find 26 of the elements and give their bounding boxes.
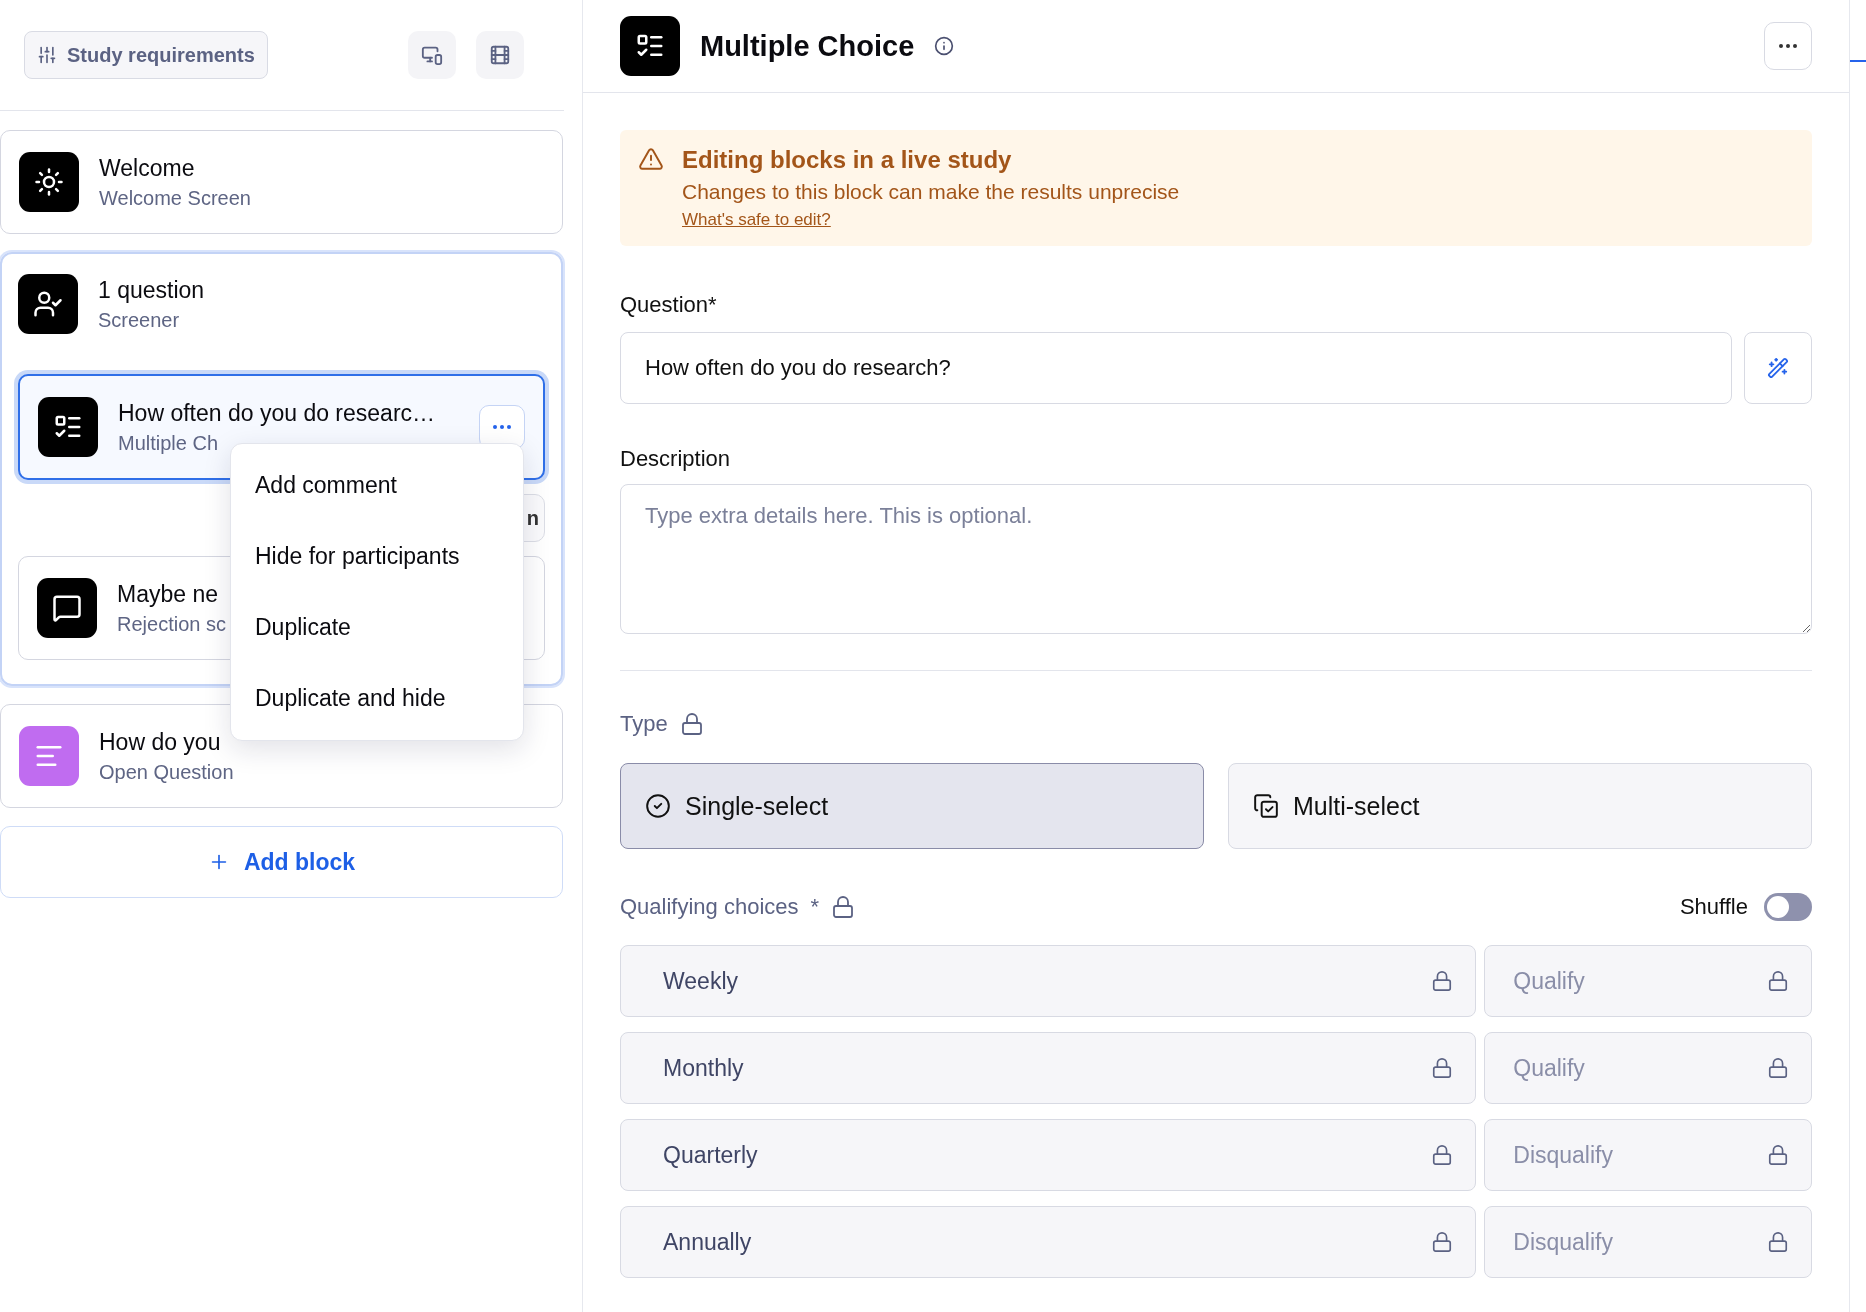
block-type: Open Question bbox=[99, 760, 234, 784]
field-label: Qualifying choices bbox=[620, 894, 799, 920]
choice-text: Weekly bbox=[663, 967, 738, 995]
block-type: Welcome Screen bbox=[99, 186, 251, 210]
field-label: Description bbox=[620, 446, 731, 472]
field-label: Type bbox=[620, 711, 668, 737]
warning-text: Changes to this block can make the results unprecise bbox=[682, 180, 1180, 204]
block-title: Maybe ne bbox=[117, 580, 218, 608]
block-heading: Multiple Choice bbox=[700, 29, 915, 63]
rule-text: Disqualify bbox=[1513, 1141, 1613, 1169]
block-title: Welcome bbox=[99, 154, 195, 182]
rule-text: Disqualify bbox=[1513, 1228, 1613, 1256]
block-title: 1 question bbox=[98, 276, 205, 304]
rule-text: Qualify bbox=[1513, 1054, 1585, 1082]
block-type: Multiple Ch bbox=[118, 431, 219, 455]
choice-text: Monthly bbox=[663, 1054, 744, 1082]
block-type: Rejection sc bbox=[117, 612, 226, 636]
choice-text: Annually bbox=[663, 1228, 752, 1256]
shuffle-label: Shuffle bbox=[1679, 894, 1748, 920]
warning-title: Editing blocks in a live study bbox=[682, 146, 1013, 174]
choice-text: Quarterly bbox=[663, 1141, 758, 1169]
field-label: Question* bbox=[620, 292, 717, 318]
rule-text: Qualify bbox=[1513, 967, 1585, 995]
required-mark: * bbox=[810, 894, 820, 920]
block-title: How often do you do researc… bbox=[118, 399, 436, 427]
block-type: Screener bbox=[98, 308, 180, 332]
